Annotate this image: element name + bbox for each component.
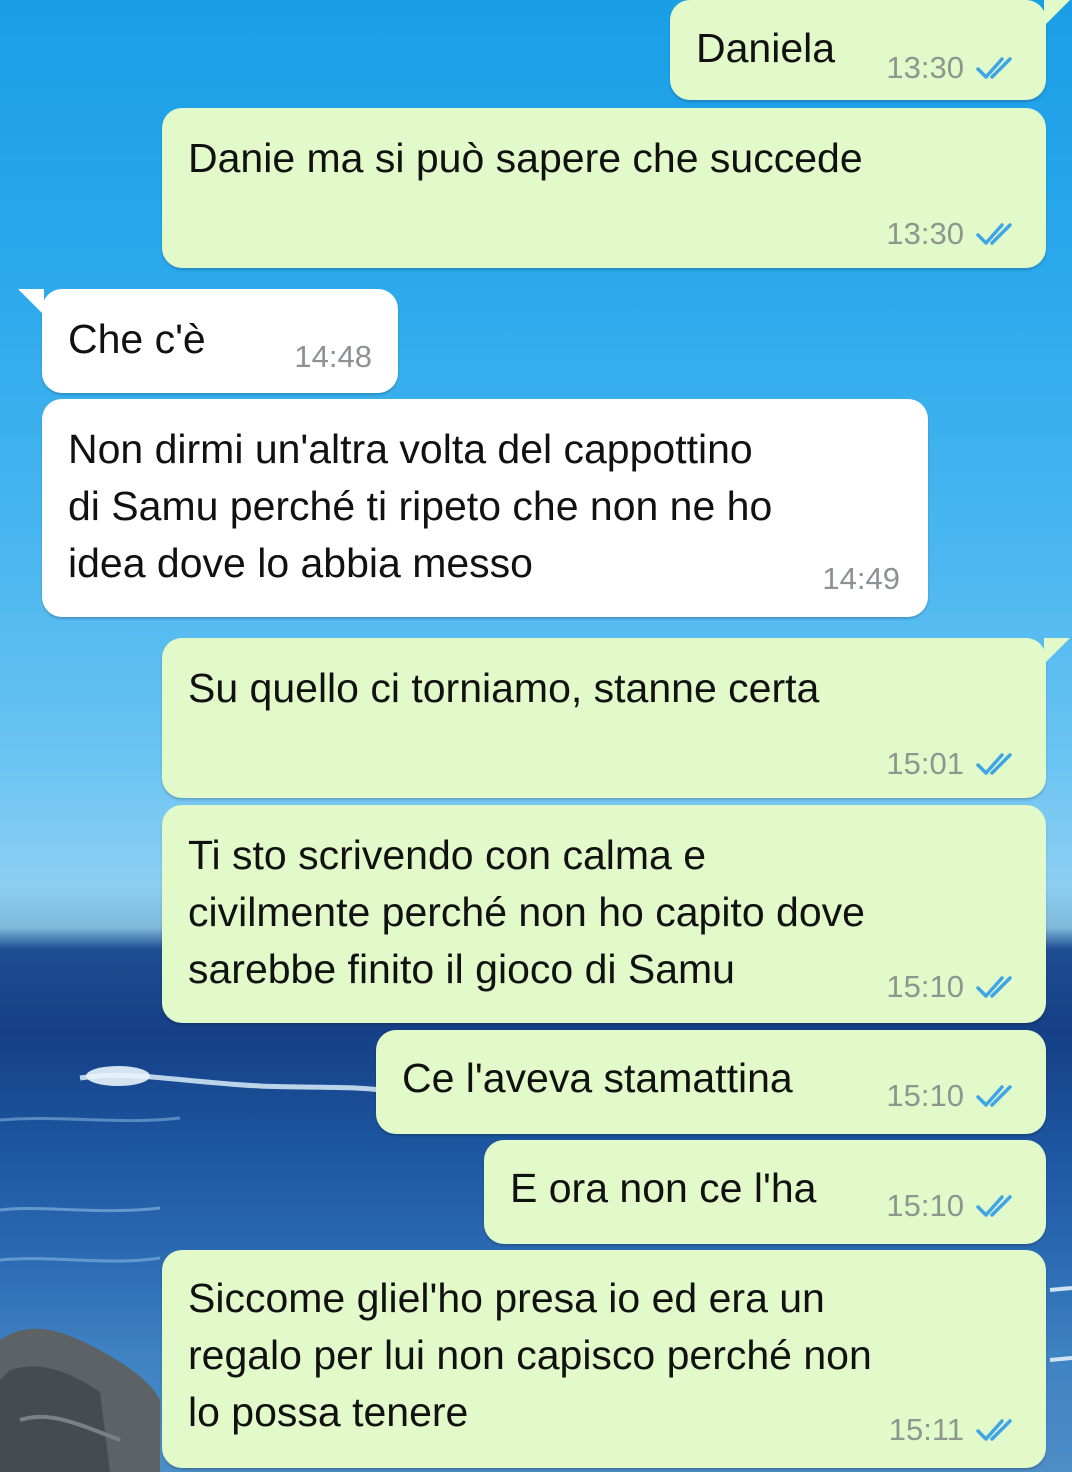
message-meta: 15:01 xyxy=(886,746,1020,782)
message-time: 13:30 xyxy=(886,216,964,251)
message-bubble-outgoing[interactable]: Danie ma si può sapere che succede 13:30 xyxy=(162,108,1046,268)
message-bubble-outgoing[interactable]: Su quello ci torniamo, stanne certa 15:0… xyxy=(162,638,1070,798)
message-bubble-outgoing[interactable]: Daniela 13:30 xyxy=(670,0,1070,100)
message-text: E ora non ce l'ha xyxy=(510,1165,817,1211)
double-check-read-icon xyxy=(976,57,1012,79)
message-meta: 15:10 xyxy=(886,1188,1020,1224)
message-meta: 15:10 xyxy=(886,969,1020,1005)
message-time: 14:48 xyxy=(294,339,372,374)
message-meta: 13:30 xyxy=(886,216,1020,252)
message-time: 15:10 xyxy=(886,1078,964,1113)
message-bubble-outgoing[interactable]: E ora non ce l'ha 15:10 xyxy=(484,1140,1046,1244)
message-bubble-outgoing[interactable]: Siccome gliel'ho presa io ed era un rega… xyxy=(162,1250,1046,1468)
bubble-tail xyxy=(1044,638,1070,664)
double-check-read-icon xyxy=(976,976,1012,998)
message-time: 14:49 xyxy=(822,561,900,596)
message-text: Non dirmi un'altra volta del cappottino … xyxy=(68,426,773,586)
message-text: Danie ma si può sapere che succede xyxy=(188,135,863,181)
message-meta: 15:10 xyxy=(886,1078,1020,1114)
message-text: Ce l'aveva stamattina xyxy=(402,1055,793,1101)
message-meta: 14:48 xyxy=(294,339,372,375)
message-text: Su quello ci torniamo, stanne certa xyxy=(188,665,820,711)
double-check-read-icon xyxy=(976,223,1012,245)
message-time: 15:11 xyxy=(888,1412,964,1447)
message-time: 15:01 xyxy=(886,746,964,781)
message-bubble-incoming[interactable]: Che c'è 14:48 xyxy=(18,289,398,393)
message-meta: 14:49 xyxy=(822,561,900,597)
message-text: Ti sto scrivendo con calma e civilmente … xyxy=(188,832,865,992)
message-meta: 13:30 xyxy=(886,50,1020,86)
message-time: 15:10 xyxy=(886,1188,964,1223)
message-bubble-outgoing[interactable]: Ti sto scrivendo con calma e civilmente … xyxy=(162,805,1046,1023)
message-meta: 15:11 xyxy=(889,1412,1020,1448)
bubble-tail xyxy=(1044,0,1070,26)
message-bubble-outgoing[interactable]: Ce l'aveva stamattina 15:10 xyxy=(376,1030,1046,1134)
message-text: Che c'è xyxy=(68,316,206,362)
message-time: 13:30 xyxy=(886,50,964,85)
double-check-read-icon xyxy=(976,1195,1012,1217)
double-check-read-icon xyxy=(976,753,1012,775)
bubble-tail xyxy=(18,289,44,315)
message-text: Daniela xyxy=(696,25,836,71)
message-bubble-incoming[interactable]: Non dirmi un'altra volta del cappottino … xyxy=(42,399,928,617)
double-check-read-icon xyxy=(976,1085,1012,1107)
message-text: Siccome gliel'ho presa io ed era un rega… xyxy=(188,1275,872,1435)
message-time: 15:10 xyxy=(886,969,964,1004)
double-check-read-icon xyxy=(976,1419,1012,1441)
